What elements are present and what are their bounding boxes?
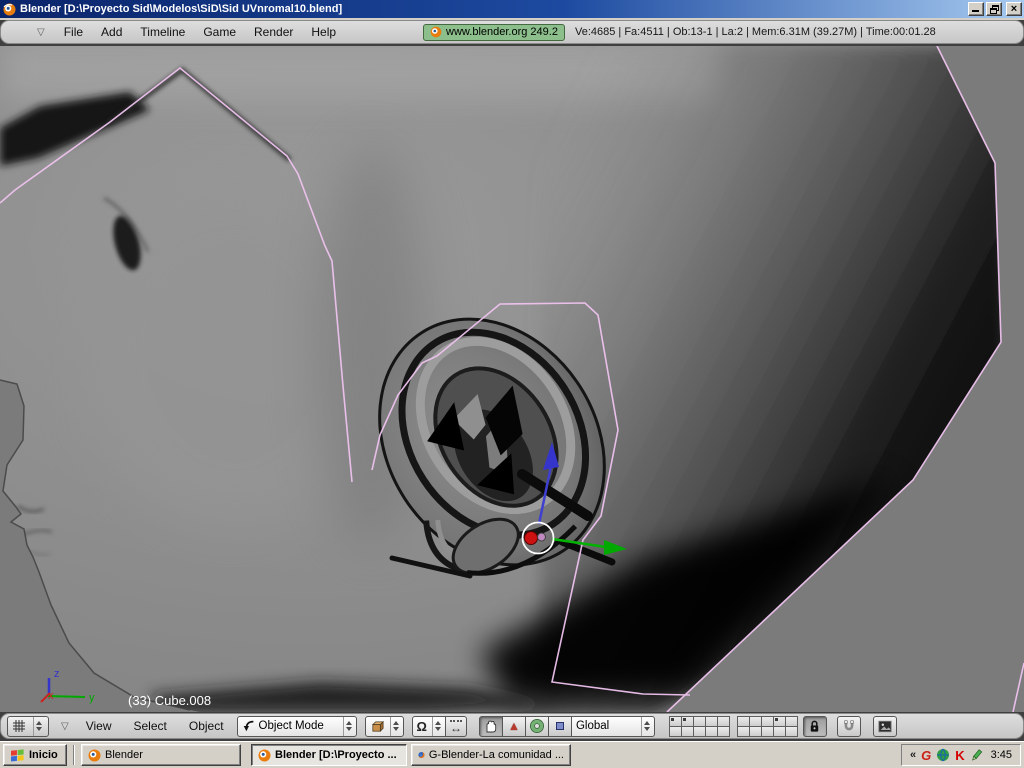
minimize-button[interactable] [968, 2, 984, 16]
minimize-icon [972, 10, 979, 12]
collapse-menu-icon[interactable]: ▽ [37, 27, 45, 38]
taskbar-separator [73, 745, 75, 765]
editor-type-button[interactable] [7, 715, 49, 737]
image-icon [878, 720, 892, 732]
tray-expand-chevron[interactable]: « [910, 749, 916, 761]
menu-select[interactable]: Select [125, 719, 176, 733]
window-title: Blender [D:\Proyecto Sid\Modelos\SiD\Sid… [20, 3, 343, 15]
taskbar: Inicio Blender Blender [D:\Proyecto ... … [0, 741, 1024, 768]
version-badge-label: www.blender.org 249.2 [446, 25, 558, 38]
lock-icon [811, 720, 819, 732]
render-preview-button[interactable] [872, 715, 897, 737]
blender-task-icon [258, 749, 271, 761]
hand-icon [487, 720, 497, 733]
taskbar-clock: 3:45 [990, 749, 1012, 761]
taskbar-item-blender-active[interactable]: Blender [D:\Proyecto ... [251, 744, 407, 766]
taskbar-item-firefox[interactable]: G-Blender-La comunidad ... [411, 744, 571, 766]
solid-draw-icon [371, 720, 384, 732]
object-origin-dot [524, 531, 538, 545]
move-widget-icon: ↔ [449, 719, 462, 735]
tray-flashget-icon[interactable]: G [921, 748, 931, 763]
blender-window: Blender [D:\Proyecto Sid\Modelos\SiD\Sid… [0, 0, 1024, 768]
menu-timeline[interactable]: Timeline [131, 25, 194, 39]
active-object-label: (33) Cube.008 [128, 693, 211, 708]
layer-buttons-group1[interactable] [668, 716, 730, 737]
rotate-manipulator-button[interactable] [524, 715, 549, 737]
pivot-icon: Ω [416, 718, 427, 734]
menu-add[interactable]: Add [92, 25, 131, 39]
blender-logo-icon [430, 26, 442, 37]
system-tray: « G K 3:45 [900, 744, 1021, 766]
task-label: Blender [D:\Proyecto ... [275, 749, 397, 761]
restore-button[interactable] [986, 2, 1002, 16]
pivot-dropdown[interactable]: Ω [411, 715, 446, 737]
blender-version-badge: www.blender.org 249.2 [423, 23, 565, 41]
mode-dropdown[interactable]: Object Mode [236, 715, 357, 737]
orientation-label: Global [575, 720, 610, 732]
translate-manipulator-button[interactable]: ▲ [501, 715, 526, 737]
task-label: Blender [105, 749, 143, 761]
close-button[interactable]: × [1006, 2, 1022, 16]
scale-icon [555, 722, 564, 730]
orientation-dropdown[interactable]: Global [570, 715, 655, 737]
manipulator-handle-button[interactable]: ↔ [444, 715, 467, 737]
menu-game[interactable]: Game [194, 25, 245, 39]
start-label: Inicio [29, 749, 58, 761]
menu-view[interactable]: View [77, 719, 121, 733]
layer-buttons-group2[interactable] [736, 716, 798, 737]
scene-statistics: Ve:4685 | Fa:4511 | Ob:13-1 | La:2 | Mem… [574, 26, 936, 38]
task-label: G-Blender-La comunidad ... [428, 749, 564, 761]
main-menu-bar: ▽ File Add Timeline Game Render Help www… [0, 20, 1024, 44]
viewport-header: ▽ View Select Object Object Mode Ω ↔ ▲ G… [0, 713, 1024, 739]
manipulator-toggle-button[interactable] [478, 715, 503, 737]
tray-kaspersky-icon[interactable]: K [955, 748, 964, 763]
snap-button[interactable] [836, 715, 861, 737]
scale-manipulator-button[interactable] [547, 715, 572, 737]
blender-task-icon [88, 749, 101, 761]
viewport-3d[interactable]: z y x (33) Cube.008 [0, 46, 1024, 712]
tray-pencil-icon[interactable] [970, 748, 983, 762]
titlebar[interactable]: Blender [D:\Proyecto Sid\Modelos\SiD\Sid… [0, 0, 1024, 18]
windows-logo-icon [11, 748, 24, 762]
axis-z-label: z [54, 668, 60, 680]
axis-x-label: x [48, 690, 54, 702]
menu-object[interactable]: Object [180, 719, 233, 733]
blender-app-icon [3, 3, 16, 15]
lock-view-button[interactable] [802, 715, 827, 737]
viewport-editor-icon [13, 720, 25, 732]
viewport-scene: z y x (33) Cube.008 [0, 46, 1024, 712]
start-button[interactable]: Inicio [3, 744, 67, 766]
mode-dropdown-label: Object Mode [258, 720, 324, 732]
axis-y-label: y [89, 692, 95, 704]
rotate-icon [530, 720, 543, 732]
taskbar-item-blender[interactable]: Blender [81, 744, 241, 766]
head-model [0, 46, 1024, 712]
magnet-icon [844, 720, 854, 731]
menu-render[interactable]: Render [245, 25, 302, 39]
firefox-icon [418, 751, 425, 759]
menu-help[interactable]: Help [302, 25, 345, 39]
draw-type-dropdown[interactable] [364, 715, 404, 737]
object-mode-icon [243, 720, 253, 732]
menu-file[interactable]: File [55, 25, 92, 39]
collapse-header-icon[interactable]: ▽ [61, 721, 69, 732]
cursor-dot [537, 532, 546, 542]
translate-icon: ▲ [508, 719, 520, 733]
tray-globe-icon[interactable] [936, 748, 950, 762]
